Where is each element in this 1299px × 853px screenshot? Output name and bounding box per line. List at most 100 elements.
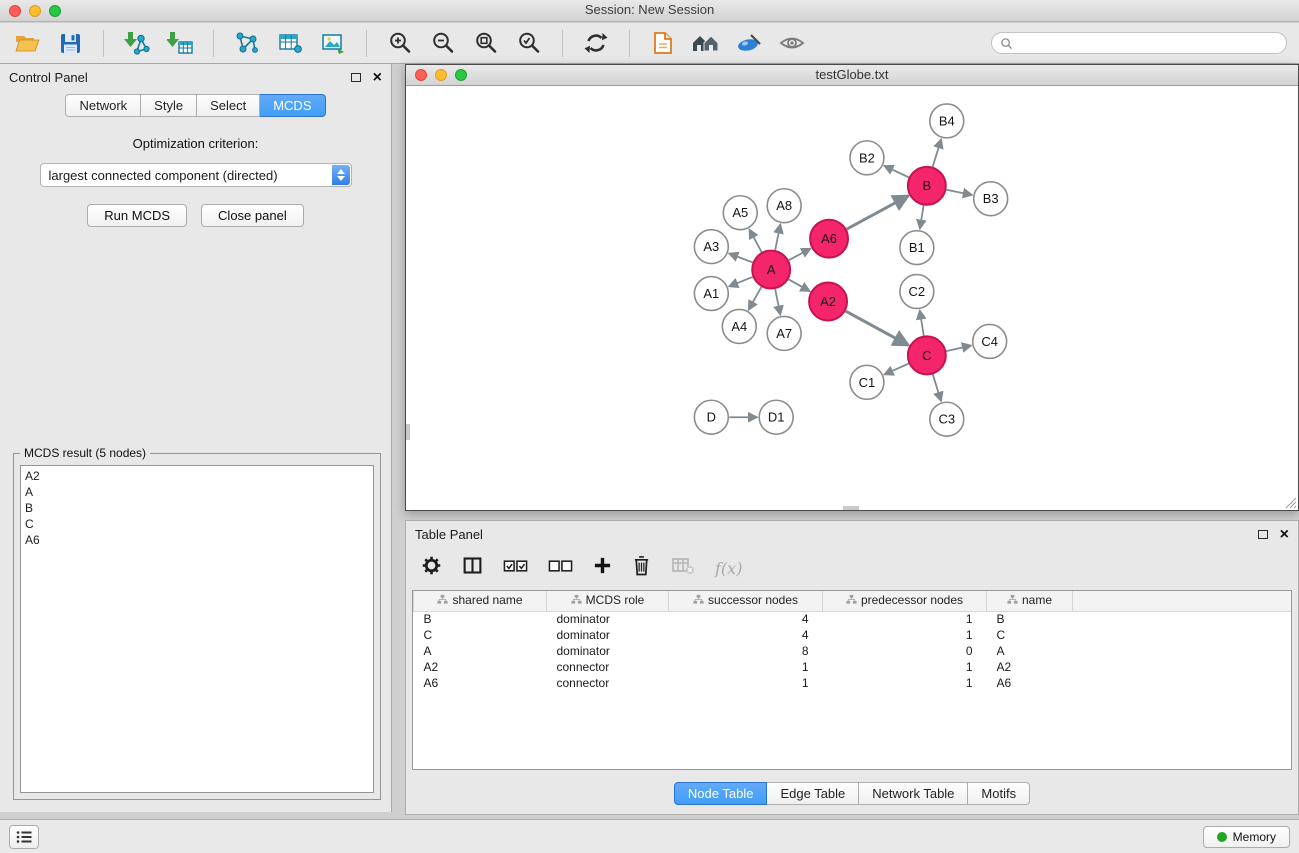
column-header-predecessor-nodes[interactable]: predecessor nodes xyxy=(823,591,987,611)
table-cell[interactable]: 1 xyxy=(669,659,823,675)
open-manual-button[interactable] xyxy=(648,28,678,58)
zoom-fit-button[interactable] xyxy=(471,28,501,58)
network-minimize-button[interactable] xyxy=(435,69,447,81)
delete-column-button[interactable] xyxy=(632,555,651,581)
graph-edge-A-A7[interactable] xyxy=(775,289,780,315)
table-cell[interactable]: C xyxy=(414,627,547,643)
select-all-columns-button[interactable] xyxy=(503,556,528,581)
graph-node-A7[interactable]: A7 xyxy=(767,316,801,350)
graph-edge-A2-C[interactable] xyxy=(846,311,909,345)
table-close-panel-icon[interactable]: × xyxy=(1280,529,1289,541)
optimization-criterion-select[interactable]: largest connected component (directed) xyxy=(40,163,352,187)
table-cell[interactable]: 8 xyxy=(669,643,823,659)
table-cell[interactable]: B xyxy=(987,611,1073,627)
table-cell[interactable]: dominator xyxy=(547,627,669,643)
graph-edge-B-B2[interactable] xyxy=(884,166,909,177)
graph-node-C2[interactable]: C2 xyxy=(900,275,934,309)
table-cell[interactable]: A6 xyxy=(414,675,547,691)
home-button[interactable] xyxy=(691,28,721,58)
new-network-table-button[interactable] xyxy=(275,28,305,58)
graph-node-A6[interactable]: A6 xyxy=(810,220,848,258)
open-session-button[interactable] xyxy=(12,28,42,58)
graph-edge-A-A3[interactable] xyxy=(729,253,753,262)
graph-edge-A-A2[interactable] xyxy=(789,279,810,291)
table-cell[interactable]: A6 xyxy=(987,675,1073,691)
close-panel-button[interactable]: Close panel xyxy=(201,204,304,227)
graph-node-A4[interactable]: A4 xyxy=(722,309,756,343)
graph-edge-A6-B[interactable] xyxy=(847,196,909,229)
zoom-window-button[interactable] xyxy=(49,5,61,17)
close-window-button[interactable] xyxy=(9,5,21,17)
graph-edge-C-C3[interactable] xyxy=(933,374,941,401)
close-panel-icon[interactable]: × xyxy=(373,72,382,84)
mcds-result-item[interactable]: B xyxy=(25,500,369,516)
horizontal-scroll-indicator[interactable] xyxy=(843,506,859,510)
graph-node-D[interactable]: D xyxy=(694,400,728,434)
graph-node-A3[interactable]: A3 xyxy=(694,230,728,264)
graph-node-C[interactable]: C xyxy=(908,336,946,374)
graph-node-B[interactable]: B xyxy=(908,167,946,205)
graph-node-C3[interactable]: C3 xyxy=(930,402,964,436)
graph-node-C4[interactable]: C4 xyxy=(973,324,1007,358)
mcds-result-item[interactable]: A2 xyxy=(25,468,369,484)
table-cell[interactable]: C xyxy=(987,627,1073,643)
float-panel-icon[interactable] xyxy=(351,73,361,82)
zoom-in-button[interactable] xyxy=(385,28,415,58)
table-row[interactable]: Cdominator41C xyxy=(414,627,1292,643)
import-table-from-file-button[interactable] xyxy=(165,28,195,58)
table-row[interactable]: A6connector11A6 xyxy=(414,675,1292,691)
graph-edge-B-B4[interactable] xyxy=(933,139,941,167)
graph-edge-C-C4[interactable] xyxy=(946,345,971,351)
table-cell[interactable]: connector xyxy=(547,659,669,675)
delete-table-button[interactable] xyxy=(671,556,695,581)
minimize-window-button[interactable] xyxy=(29,5,41,17)
tab-network[interactable]: Network xyxy=(65,94,141,117)
table-cell[interactable]: 4 xyxy=(669,627,823,643)
graph-node-A2[interactable]: A2 xyxy=(809,283,847,321)
table-row[interactable]: Adominator80A xyxy=(414,643,1292,659)
table-cell[interactable]: 1 xyxy=(823,611,987,627)
table-cell[interactable]: A xyxy=(414,643,547,659)
unselect-all-columns-button[interactable] xyxy=(548,556,573,581)
table-cell[interactable]: 4 xyxy=(669,611,823,627)
mcds-result-list[interactable]: A2ABCA6 xyxy=(20,465,374,793)
refresh-layout-button[interactable] xyxy=(581,28,611,58)
mcds-result-item[interactable]: A6 xyxy=(25,532,369,548)
tab-style[interactable]: Style xyxy=(141,94,197,117)
table-cell[interactable]: 1 xyxy=(823,627,987,643)
table-cell[interactable]: 0 xyxy=(823,643,987,659)
table-settings-button[interactable] xyxy=(421,555,442,581)
run-mcds-button[interactable]: Run MCDS xyxy=(87,204,187,227)
graph-node-B1[interactable]: B1 xyxy=(900,231,934,265)
graph-edge-A-A5[interactable] xyxy=(749,229,761,252)
table-cell[interactable]: 1 xyxy=(823,675,987,691)
table-tab-node-table[interactable]: Node Table xyxy=(674,782,768,805)
import-network-from-file-button[interactable] xyxy=(122,28,152,58)
graph-node-D1[interactable]: D1 xyxy=(759,400,793,434)
graph-edge-C-C1[interactable] xyxy=(884,364,908,375)
column-header-successor-nodes[interactable]: successor nodes xyxy=(669,591,823,611)
show-column-button[interactable] xyxy=(462,555,483,581)
style-brush-button[interactable] xyxy=(734,28,764,58)
show-hide-panels-button[interactable] xyxy=(9,825,39,849)
table-cell[interactable]: A xyxy=(987,643,1073,659)
table-row[interactable]: A2connector11A2 xyxy=(414,659,1292,675)
column-header-MCDS-role[interactable]: MCDS role xyxy=(547,591,669,611)
network-close-button[interactable] xyxy=(415,69,427,81)
mcds-result-item[interactable]: C xyxy=(25,516,369,532)
column-header-name[interactable]: name xyxy=(987,591,1073,611)
graph-node-A5[interactable]: A5 xyxy=(723,196,757,230)
mcds-result-item[interactable]: A xyxy=(25,484,369,500)
function-builder-button[interactable]: f(x) xyxy=(715,559,742,578)
graph-edge-A-A8[interactable] xyxy=(775,224,780,250)
table-cell[interactable]: dominator xyxy=(547,643,669,659)
table-cell[interactable]: dominator xyxy=(547,611,669,627)
zoom-out-button[interactable] xyxy=(428,28,458,58)
graph-node-A1[interactable]: A1 xyxy=(694,277,728,311)
graph-edge-B-B1[interactable] xyxy=(920,205,924,228)
export-image-button[interactable] xyxy=(318,28,348,58)
resize-grip-icon[interactable] xyxy=(1285,497,1297,509)
column-header-shared-name[interactable]: shared name xyxy=(414,591,547,611)
table-cell[interactable]: A2 xyxy=(987,659,1073,675)
graph-edge-A-A1[interactable] xyxy=(729,277,753,286)
